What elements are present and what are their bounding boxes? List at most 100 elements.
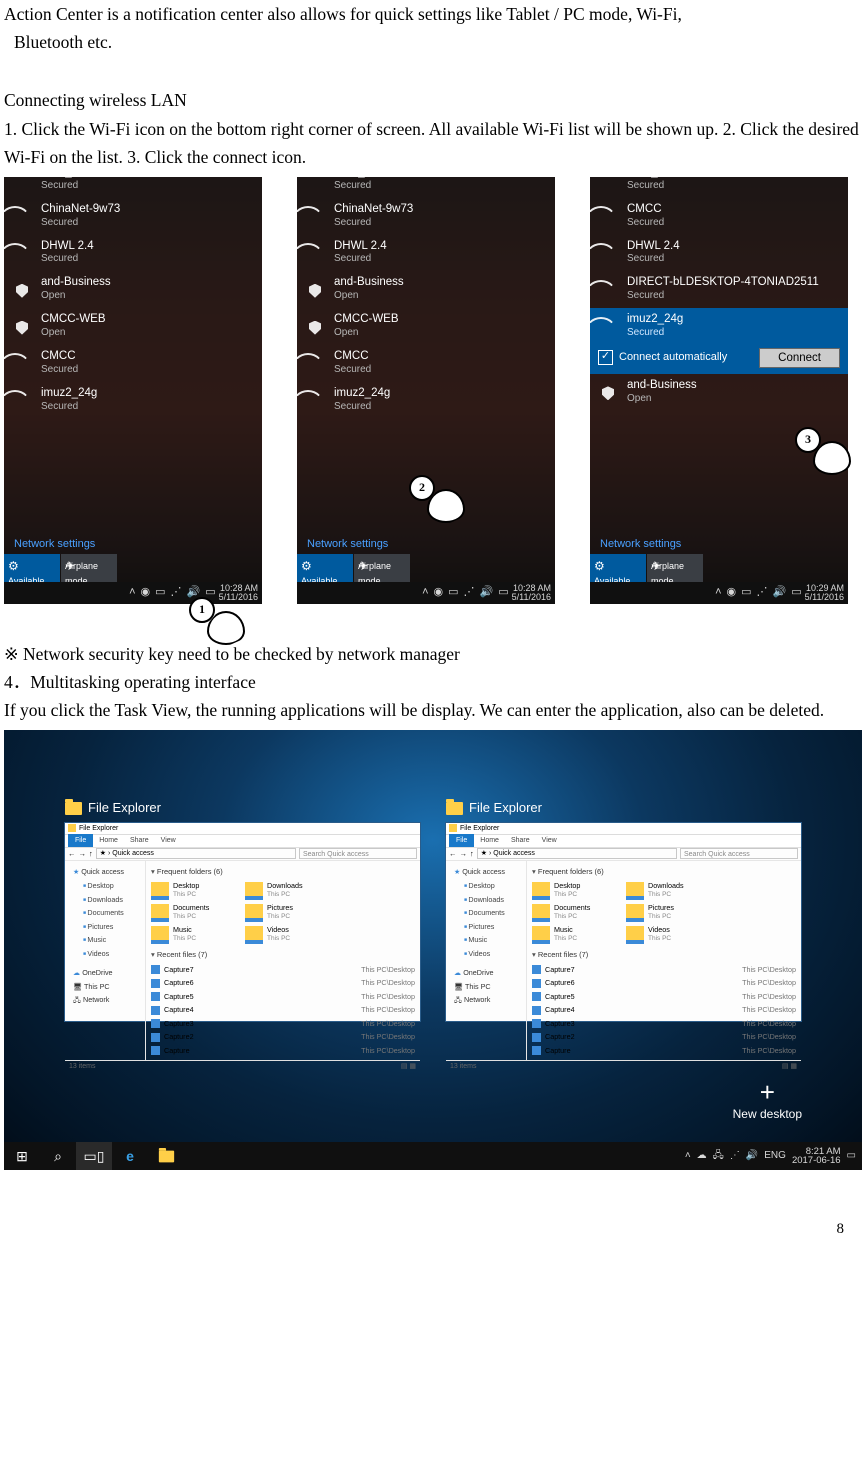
- tray-chevron-icon[interactable]: ˄: [685, 1148, 691, 1164]
- recent-file[interactable]: Capture4This PC\Desktop: [151, 1003, 415, 1017]
- wifi-network-item[interactable]: DHWL 2.4Secured: [297, 235, 555, 272]
- taskview-card-1[interactable]: File Explorer File ExplorerFileHomeShare…: [65, 798, 420, 1021]
- frequent-folder[interactable]: PicturesThis PC: [245, 902, 331, 924]
- wifi-network-item[interactable]: ChinaNet-9w73Secured: [297, 198, 555, 235]
- nav-item[interactable]: Desktop: [69, 879, 141, 893]
- nav-this-pc[interactable]: This PC: [69, 980, 141, 994]
- search-input[interactable]: Search Quick access: [680, 848, 798, 859]
- wifi-network-item[interactable]: and-BusinessOpen: [590, 374, 848, 411]
- edge-button[interactable]: e: [112, 1142, 148, 1170]
- wifi-network-item[interactable]: imuz2_24gSecured: [297, 382, 555, 419]
- explorer-button[interactable]: [148, 1142, 184, 1170]
- nav-quick-access[interactable]: Quick access: [69, 865, 141, 879]
- wifi-network-item[interactable]: imuz_NL12GSecured: [297, 177, 555, 198]
- tray-volume-icon[interactable]: 🔊: [746, 1148, 758, 1164]
- ribbon-tab-view[interactable]: View: [155, 835, 182, 846]
- tray-network-icon[interactable]: 🖧: [713, 1148, 724, 1164]
- frequent-folder[interactable]: PicturesThis PC: [626, 902, 712, 924]
- frequent-folder[interactable]: VideosThis PC: [626, 924, 712, 946]
- recent-file[interactable]: Capture5This PC\Desktop: [532, 990, 796, 1004]
- ribbon-tab-share[interactable]: Share: [124, 835, 155, 846]
- ribbon-tab-home[interactable]: Home: [93, 835, 124, 846]
- nav-item[interactable]: Documents: [69, 906, 141, 920]
- wifi-network-item[interactable]: imuz2_24gSecured: [4, 382, 262, 419]
- search-input[interactable]: Search Quick access: [299, 848, 417, 859]
- ribbon-tab-home[interactable]: Home: [474, 835, 505, 846]
- frequent-folder[interactable]: DesktopThis PC: [532, 880, 618, 902]
- nav-item[interactable]: Desktop: [450, 879, 522, 893]
- nav-onedrive[interactable]: OneDrive: [69, 966, 141, 980]
- address-bar[interactable]: ★ › Quick access: [477, 848, 677, 859]
- tray-location-icon[interactable]: ◉: [141, 584, 151, 602]
- start-button[interactable]: ⊞: [4, 1142, 40, 1170]
- wifi-network-item[interactable]: ChinaNet-9w73Secured: [4, 198, 262, 235]
- recent-file[interactable]: Capture4This PC\Desktop: [532, 1003, 796, 1017]
- tray-clock[interactable]: 10:29 AM5/11/2016: [805, 584, 844, 602]
- nav-onedrive[interactable]: OneDrive: [450, 966, 522, 980]
- tray-volume-icon[interactable]: 🔊: [187, 584, 201, 602]
- nav-this-pc[interactable]: This PC: [450, 980, 522, 994]
- wifi-network-item[interactable]: CMCC-WEBOpen: [4, 308, 262, 345]
- recent-file[interactable]: Capture7This PC\Desktop: [151, 963, 415, 977]
- wifi-network-item[interactable]: DHWL 2.4Secured: [4, 235, 262, 272]
- wifi-network-item[interactable]: imuz_NL12GSecured: [4, 177, 262, 198]
- wifi-network-item[interactable]: DHWL 2.4Secured: [590, 235, 848, 272]
- address-bar[interactable]: ★ › Quick access: [96, 848, 296, 859]
- ribbon-tab-share[interactable]: Share: [505, 835, 536, 846]
- taskview-button[interactable]: ▭▯: [76, 1142, 112, 1170]
- recent-file[interactable]: Capture7This PC\Desktop: [532, 963, 796, 977]
- wifi-network-item[interactable]: imuz_NL12GSecured: [590, 177, 848, 198]
- tray-action-center-icon[interactable]: ▭: [847, 1148, 856, 1164]
- tray-battery-icon[interactable]: ▭: [155, 584, 165, 602]
- search-button[interactable]: ⌕: [40, 1142, 76, 1170]
- tray-clock[interactable]: 10:28 AM5/11/2016: [512, 584, 551, 602]
- wifi-network-item[interactable]: and-BusinessOpen: [4, 271, 262, 308]
- connect-automatically-checkbox[interactable]: ✓Connect automatically: [598, 349, 727, 367]
- tray-battery-icon[interactable]: ▭: [741, 584, 751, 602]
- network-settings-link[interactable]: Network settings: [307, 536, 388, 554]
- connect-button[interactable]: Connect: [759, 348, 840, 368]
- nav-item[interactable]: Downloads: [450, 893, 522, 907]
- tray-action-center-icon[interactable]: ▭: [205, 584, 215, 602]
- wifi-network-item[interactable]: CMCCSecured: [297, 345, 555, 382]
- tray-battery-icon[interactable]: ▭: [448, 584, 458, 602]
- tray-clock[interactable]: 8:21 AM 2017-06-16: [792, 1147, 841, 1166]
- recent-file[interactable]: Capture3This PC\Desktop: [532, 1017, 796, 1031]
- recent-file[interactable]: Capture2This PC\Desktop: [151, 1030, 415, 1044]
- ribbon-tab-view[interactable]: View: [536, 835, 563, 846]
- wifi-network-item[interactable]: and-BusinessOpen: [297, 271, 555, 308]
- nav-item[interactable]: Music: [69, 933, 141, 947]
- tray-action-center-icon[interactable]: ▭: [498, 584, 508, 602]
- tray-chevron-icon[interactable]: ˄: [129, 584, 135, 602]
- nav-item[interactable]: Music: [450, 933, 522, 947]
- tray-chevron-icon[interactable]: ˄: [715, 584, 721, 602]
- recent-file[interactable]: Capture3This PC\Desktop: [151, 1017, 415, 1031]
- tray-clock[interactable]: 10:28 AM 5/11/2016: [219, 584, 258, 602]
- recent-file[interactable]: Capture6This PC\Desktop: [151, 976, 415, 990]
- wifi-network-item[interactable]: imuz2_24gSecured✓Connect automaticallyCo…: [590, 308, 848, 374]
- recent-file[interactable]: CaptureThis PC\Desktop: [532, 1044, 796, 1058]
- tray-volume-icon[interactable]: 🔊: [773, 584, 787, 602]
- tray-wifi-icon[interactable]: ⋰: [730, 1148, 740, 1164]
- network-settings-link[interactable]: Network settings: [14, 536, 95, 554]
- frequent-folder[interactable]: DesktopThis PC: [151, 880, 237, 902]
- nav-item[interactable]: Videos: [450, 947, 522, 961]
- ribbon-tab-file[interactable]: File: [449, 834, 474, 847]
- network-settings-link[interactable]: Network settings: [600, 536, 681, 554]
- nav-network[interactable]: Network: [450, 993, 522, 1007]
- wifi-network-item[interactable]: CMCCSecured: [590, 198, 848, 235]
- nav-item[interactable]: Videos: [69, 947, 141, 961]
- frequent-folder[interactable]: DocumentsThis PC: [532, 902, 618, 924]
- tray-volume-icon[interactable]: 🔊: [480, 584, 494, 602]
- nav-quick-access[interactable]: Quick access: [450, 865, 522, 879]
- tray-location-icon[interactable]: ◉: [434, 584, 444, 602]
- taskview-card-2[interactable]: File Explorer File ExplorerFileHomeShare…: [446, 798, 801, 1021]
- tray-action-center-icon[interactable]: ▭: [791, 584, 801, 602]
- tray-wifi-icon[interactable]: ⋰: [464, 584, 475, 602]
- nav-network[interactable]: Network: [69, 993, 141, 1007]
- frequent-folder[interactable]: VideosThis PC: [245, 924, 331, 946]
- recent-file[interactable]: Capture5This PC\Desktop: [151, 990, 415, 1004]
- tray-wifi-icon[interactable]: ⋰: [757, 584, 768, 602]
- tray-location-icon[interactable]: ◉: [727, 584, 737, 602]
- nav-item[interactable]: Pictures: [450, 920, 522, 934]
